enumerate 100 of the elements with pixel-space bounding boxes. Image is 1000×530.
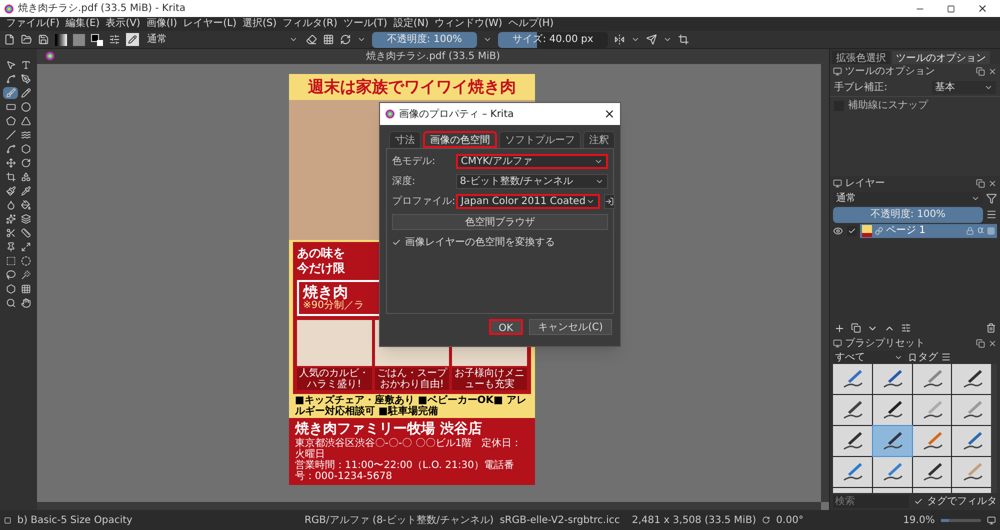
- close-icon[interactable]: [988, 338, 997, 348]
- checkbox[interactable]: [913, 496, 923, 506]
- gradient-swatch[interactable]: [55, 34, 67, 46]
- filter-icon[interactable]: [986, 192, 997, 204]
- dock-tab[interactable]: ツールのオプション: [892, 51, 990, 64]
- search-field[interactable]: 検索: [833, 495, 909, 508]
- save-icon[interactable]: [38, 34, 49, 45]
- brush-preset[interactable]: [872, 457, 912, 487]
- dropdown[interactable]: CMYK/アルファ: [456, 154, 608, 169]
- close-icon[interactable]: [988, 178, 997, 188]
- brush-preset[interactable]: [833, 426, 872, 456]
- scrollbar[interactable]: [991, 364, 997, 493]
- caret-icon[interactable]: [594, 157, 603, 166]
- close-icon[interactable]: [977, 3, 988, 14]
- duplicate-icon[interactable]: [851, 323, 861, 333]
- checkbox[interactable]: [392, 238, 402, 248]
- slider-field[interactable]: 不透明度: 100%: [833, 206, 983, 222]
- tab[interactable]: ソフトプルーフ: [498, 131, 581, 148]
- brush-preset[interactable]: [912, 426, 952, 456]
- brush-settings-icon[interactable]: [109, 34, 120, 45]
- caret-icon[interactable]: [289, 35, 298, 44]
- menu-item[interactable]: ファイル(F): [6, 19, 60, 29]
- properties-icon[interactable]: [901, 323, 911, 333]
- close-icon[interactable]: [988, 66, 997, 76]
- brush-preset-thumbnail[interactable]: [126, 33, 139, 46]
- menu-item[interactable]: 選択(S): [242, 19, 277, 29]
- brush-preset[interactable]: [912, 364, 952, 394]
- crop-icon[interactable]: [678, 34, 689, 45]
- dock-tab[interactable]: 拡張色選択: [832, 51, 890, 64]
- dashed-square-icon: [6, 256, 16, 266]
- caret-icon[interactable]: [586, 197, 595, 206]
- menu-item[interactable]: レイヤー(L): [183, 19, 236, 29]
- check-icon: [392, 238, 402, 247]
- document-tab[interactable]: 焼き肉チラシ.pdf (33.5 MiB): [366, 49, 500, 64]
- bookmark-icon: [908, 352, 917, 362]
- monitor-icon[interactable]: [987, 514, 996, 526]
- caret-icon[interactable]: [357, 35, 366, 44]
- zoom-slider[interactable]: [940, 518, 982, 522]
- menu-item[interactable]: ヘルプ(H): [508, 19, 554, 29]
- add-icon[interactable]: [834, 322, 845, 334]
- brush-preset[interactable]: [872, 395, 912, 425]
- tab[interactable]: 寸法: [388, 131, 421, 148]
- brush-preset[interactable]: [872, 364, 912, 394]
- brush-preset[interactable]: [912, 457, 952, 487]
- color-space-browser-button[interactable]: 色空間ブラウザ: [392, 214, 608, 230]
- checkbox[interactable]: [847, 226, 857, 236]
- menu-item[interactable]: ウィンドウ(W): [434, 19, 502, 29]
- slider-field[interactable]: 不透明度: 100%: [372, 32, 477, 48]
- vertical-scrollbar[interactable]: [821, 64, 829, 502]
- visibility-toggle[interactable]: [833, 226, 844, 236]
- float-icon[interactable]: [976, 66, 985, 76]
- maximize-icon[interactable]: [947, 4, 955, 12]
- caret-icon[interactable]: [483, 35, 492, 44]
- blend-mode-dropdown[interactable]: 通常: [145, 32, 300, 46]
- color-swatch-icon[interactable]: [91, 34, 103, 46]
- float-icon[interactable]: [976, 338, 985, 348]
- brush-preset[interactable]: [912, 395, 952, 425]
- caret-icon[interactable]: [594, 177, 604, 186]
- float-icon[interactable]: [976, 178, 985, 188]
- menu-icon[interactable]: [986, 209, 997, 220]
- reload-icon[interactable]: [340, 34, 351, 45]
- brush-preset[interactable]: [872, 426, 912, 456]
- eraser-icon[interactable]: [306, 34, 317, 45]
- brush-preset[interactable]: [833, 395, 872, 425]
- mirror-icon[interactable]: [614, 34, 625, 45]
- tag-button[interactable]: タグ: [908, 350, 938, 364]
- menu-icon[interactable]: [941, 352, 951, 362]
- folder-icon[interactable]: [21, 34, 32, 45]
- import-button[interactable]: [604, 194, 615, 209]
- field-label: 深度:: [392, 174, 416, 189]
- lock-icon[interactable]: [966, 226, 974, 234]
- close-button[interactable]: ×: [604, 108, 615, 120]
- dropdown[interactable]: 8-ビット整数/チャンネル: [456, 174, 608, 189]
- send-icon[interactable]: [646, 34, 657, 45]
- new-file-icon[interactable]: [4, 34, 15, 45]
- tool-button[interactable]: [3, 87, 18, 99]
- checker-icon[interactable]: [323, 34, 334, 45]
- delete-icon[interactable]: [986, 323, 996, 333]
- menu-item[interactable]: フィルタ(R): [282, 19, 338, 29]
- layer-row[interactable]: ページ 1 α: [860, 224, 997, 238]
- stabilizer-dropdown[interactable]: 基本: [932, 80, 996, 94]
- zoom-text: 19.0%: [903, 514, 935, 528]
- tab[interactable]: 注釈: [582, 131, 615, 148]
- menu-item[interactable]: 設定(N): [393, 19, 429, 29]
- dialog-button[interactable]: キャンセル(C): [529, 319, 612, 335]
- menu-item[interactable]: ツール(T): [343, 19, 388, 29]
- eyedropper-icon: [21, 186, 32, 196]
- menu-item[interactable]: 画像(I): [146, 19, 178, 29]
- menu-item[interactable]: 編集(E): [66, 19, 100, 29]
- grid-icon[interactable]: [987, 226, 995, 234]
- caret-icon[interactable]: [663, 35, 672, 44]
- menu-item[interactable]: 表示(V): [106, 19, 140, 29]
- tab[interactable]: 画像の色空間: [422, 131, 497, 148]
- dialog-button[interactable]: OK: [488, 319, 524, 335]
- pattern-swatch[interactable]: [73, 34, 85, 46]
- horizontal-scrollbar[interactable]: [36, 502, 821, 510]
- brush-preset[interactable]: [952, 364, 991, 394]
- rotation-icon[interactable]: [762, 515, 770, 525]
- dropdown[interactable]: Japan Color 2011 Coated: [456, 194, 600, 209]
- caret-icon[interactable]: [631, 35, 640, 44]
